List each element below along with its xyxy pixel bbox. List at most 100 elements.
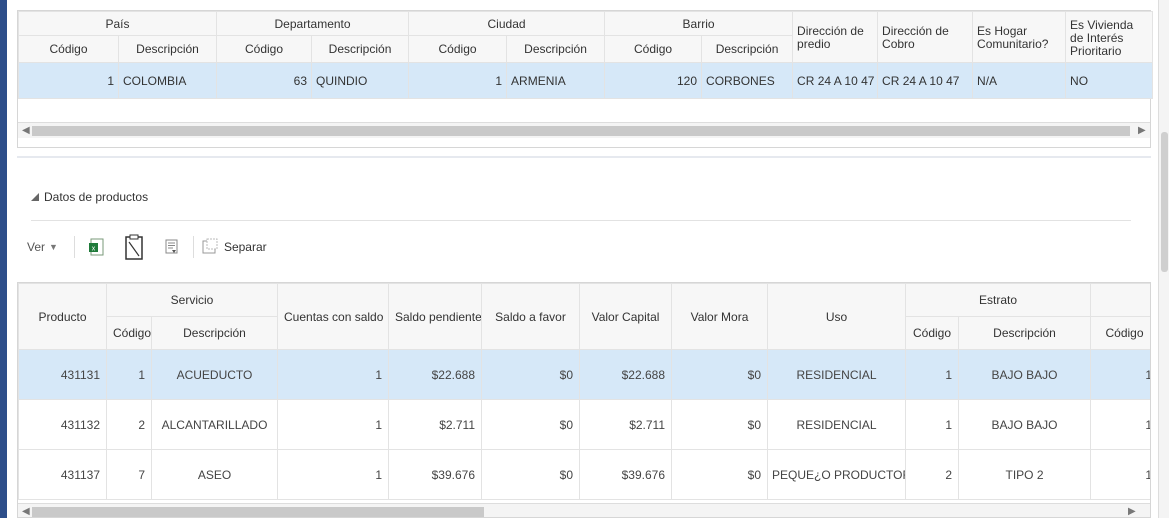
header-direccion-cobro[interactable]: Dirección de Cobro — [877, 11, 974, 63]
cell-extra: 1 — [1090, 349, 1150, 400]
clipboard-icon[interactable] — [124, 234, 144, 260]
header-ciudad-descripcion[interactable]: Descripción — [506, 35, 606, 63]
header-servicio: Servicio — [106, 283, 278, 317]
cell-pais-codigo: 1 — [18, 62, 119, 99]
cell-depto-descripcion: QUINDIO — [311, 62, 410, 99]
header-uso[interactable]: Uso — [767, 283, 906, 350]
header-depto-descripcion[interactable]: Descripción — [311, 35, 410, 63]
cell-cuentas: 1 — [277, 449, 389, 500]
view-menu-button[interactable]: Ver ▼ — [27, 240, 58, 254]
cell-servicio-descripcion: ACUEDUCTO — [151, 349, 278, 400]
products-section-title: Datos de productos — [44, 190, 149, 204]
left-accent-bar — [0, 0, 7, 518]
header-extra-group — [1090, 283, 1150, 317]
cell-ciudad-descripcion: ARMENIA — [506, 62, 606, 99]
header-estrato: Estrato — [904, 283, 1092, 317]
cell-servicio-codigo: 1 — [106, 349, 152, 400]
cell-ciudad-codigo: 1 — [408, 62, 508, 99]
cell-estrato-descripcion: BAJO BAJO — [957, 349, 1092, 400]
cell-producto: 431137 — [18, 449, 107, 500]
header-es-vivienda[interactable]: Es Vivienda de Interés Prioritario — [1065, 11, 1154, 63]
cell-saldo-pendiente: $2.711 — [388, 399, 482, 450]
header-estrato-descripcion[interactable]: Descripción — [957, 316, 1092, 350]
cell-extra: 1 — [1090, 399, 1150, 450]
header-ciudad-codigo[interactable]: Código — [408, 35, 508, 63]
products-table-hscrollbar[interactable]: ◀ ▶ — [18, 503, 1150, 517]
products-table-panel: Producto Servicio Cuentas con saldo Sald… — [17, 282, 1151, 518]
header-servicio-descripcion[interactable]: Descripción — [151, 316, 278, 350]
header-depto-codigo[interactable]: Código — [216, 35, 313, 63]
cell-extra: 1 — [1090, 449, 1150, 500]
cell-saldo-favor: $0 — [481, 349, 580, 400]
header-es-hogar[interactable]: Es Hogar Comunitario? — [972, 11, 1067, 63]
header-valor-capital[interactable]: Valor Capital — [579, 283, 672, 350]
cell-producto: 431131 — [18, 349, 107, 400]
cell-valor-capital: $22.688 — [579, 349, 672, 400]
cell-servicio-codigo: 2 — [106, 399, 152, 450]
scroll-left-icon[interactable]: ◀ — [22, 506, 30, 517]
header-direccion-predio[interactable]: Dirección de predio — [792, 11, 879, 63]
table-row[interactable]: 1 COLOMBIA 63 QUINDIO 1 ARMENIA 120 CORB… — [18, 62, 1154, 99]
cell-valor-mora: $0 — [671, 349, 768, 400]
cell-producto: 431132 — [18, 399, 107, 450]
header-barrio-descripcion[interactable]: Descripción — [701, 35, 794, 63]
scroll-right-icon[interactable]: ▶ — [1128, 506, 1136, 517]
cell-barrio-descripcion: CORBONES — [701, 62, 794, 99]
header-valor-mora[interactable]: Valor Mora — [671, 283, 768, 350]
scroll-left-icon[interactable]: ◀ — [22, 125, 30, 136]
header-pais-codigo[interactable]: Código — [18, 35, 119, 63]
cell-servicio-descripcion: ALCANTARILLADO — [151, 399, 278, 450]
products-table: Producto Servicio Cuentas con saldo Sald… — [18, 283, 1150, 500]
section-title-underline — [31, 220, 1131, 221]
cell-servicio-codigo: 7 — [106, 449, 152, 500]
location-table-panel: País Departamento Ciudad Barrio Direcció… — [17, 10, 1154, 148]
location-table-scroll-thumb[interactable] — [32, 126, 1130, 136]
cell-cuentas: 1 — [277, 399, 389, 450]
cell-valor-mora: $0 — [671, 449, 768, 500]
cell-barrio-codigo: 120 — [604, 62, 703, 99]
section-divider — [17, 156, 1151, 158]
header-estrato-codigo[interactable]: Código — [905, 316, 959, 350]
header-pais-descripcion[interactable]: Descripción — [117, 35, 218, 63]
cell-pais-descripcion: COLOMBIA — [117, 62, 218, 99]
header-extra-codigo[interactable]: Código — [1090, 316, 1150, 350]
toolbar-separator — [73, 236, 75, 258]
chevron-down-icon: ▼ — [49, 242, 58, 252]
cell-uso: PEQUE¿O PRODUCTOR C... — [767, 449, 906, 500]
cell-saldo-pendiente: $39.676 — [388, 449, 482, 500]
header-cuentas-con-saldo[interactable]: Cuentas con saldo — [277, 283, 389, 350]
filter-icon[interactable] — [162, 236, 182, 258]
header-pais: País — [17, 11, 218, 36]
products-table-scroll-thumb[interactable] — [32, 507, 484, 517]
scroll-right-icon[interactable]: ▶ — [1138, 125, 1146, 136]
header-barrio-codigo[interactable]: Código — [604, 35, 703, 63]
location-table: País Departamento Ciudad Barrio Direcció… — [17, 11, 1154, 99]
cell-valor-mora: $0 — [671, 399, 768, 450]
header-ciudad: Ciudad — [408, 11, 606, 36]
page-scroll-thumb[interactable] — [1161, 132, 1168, 272]
page-vertical-scrollbar[interactable] — [1158, 0, 1169, 518]
detach-button[interactable]: Separar — [202, 238, 267, 257]
cell-saldo-pendiente: $22.688 — [388, 349, 482, 400]
cell-cuentas: 1 — [277, 349, 389, 400]
cell-direccion-cobro: CR 24 A 10 47 — [877, 62, 974, 99]
cell-servicio-descripcion: ASEO — [151, 449, 278, 500]
toolbar-separator — [192, 236, 194, 258]
header-saldo-pendiente[interactable]: Saldo pendiente — [388, 283, 482, 350]
table-row[interactable]: 431137 7 ASEO 1 $39.676 $0 $39.676 $0 PE… — [18, 449, 1150, 500]
cell-valor-capital: $2.711 — [579, 399, 672, 450]
svg-text:x: x — [92, 246, 96, 253]
view-menu-label: Ver — [27, 240, 46, 254]
header-producto[interactable]: Producto — [18, 283, 107, 350]
header-saldo-a-favor[interactable]: Saldo a favor — [481, 283, 580, 350]
cell-estrato-codigo: 2 — [905, 449, 959, 500]
cell-depto-codigo: 63 — [216, 62, 313, 99]
table-row[interactable]: 431132 2 ALCANTARILLADO 1 $2.711 $0 $2.7… — [18, 399, 1150, 450]
table-row[interactable]: 431131 1 ACUEDUCTO 1 $22.688 $0 $22.688 … — [18, 349, 1150, 400]
header-servicio-codigo[interactable]: Código — [106, 316, 152, 350]
cell-uso: RESIDENCIAL — [767, 349, 906, 400]
location-table-hscrollbar[interactable]: ◀ ▶ — [18, 122, 1150, 138]
excel-export-icon[interactable]: x — [86, 236, 106, 258]
products-section-header[interactable]: Datos de productos — [31, 190, 148, 204]
collapse-triangle-icon[interactable] — [31, 193, 39, 201]
